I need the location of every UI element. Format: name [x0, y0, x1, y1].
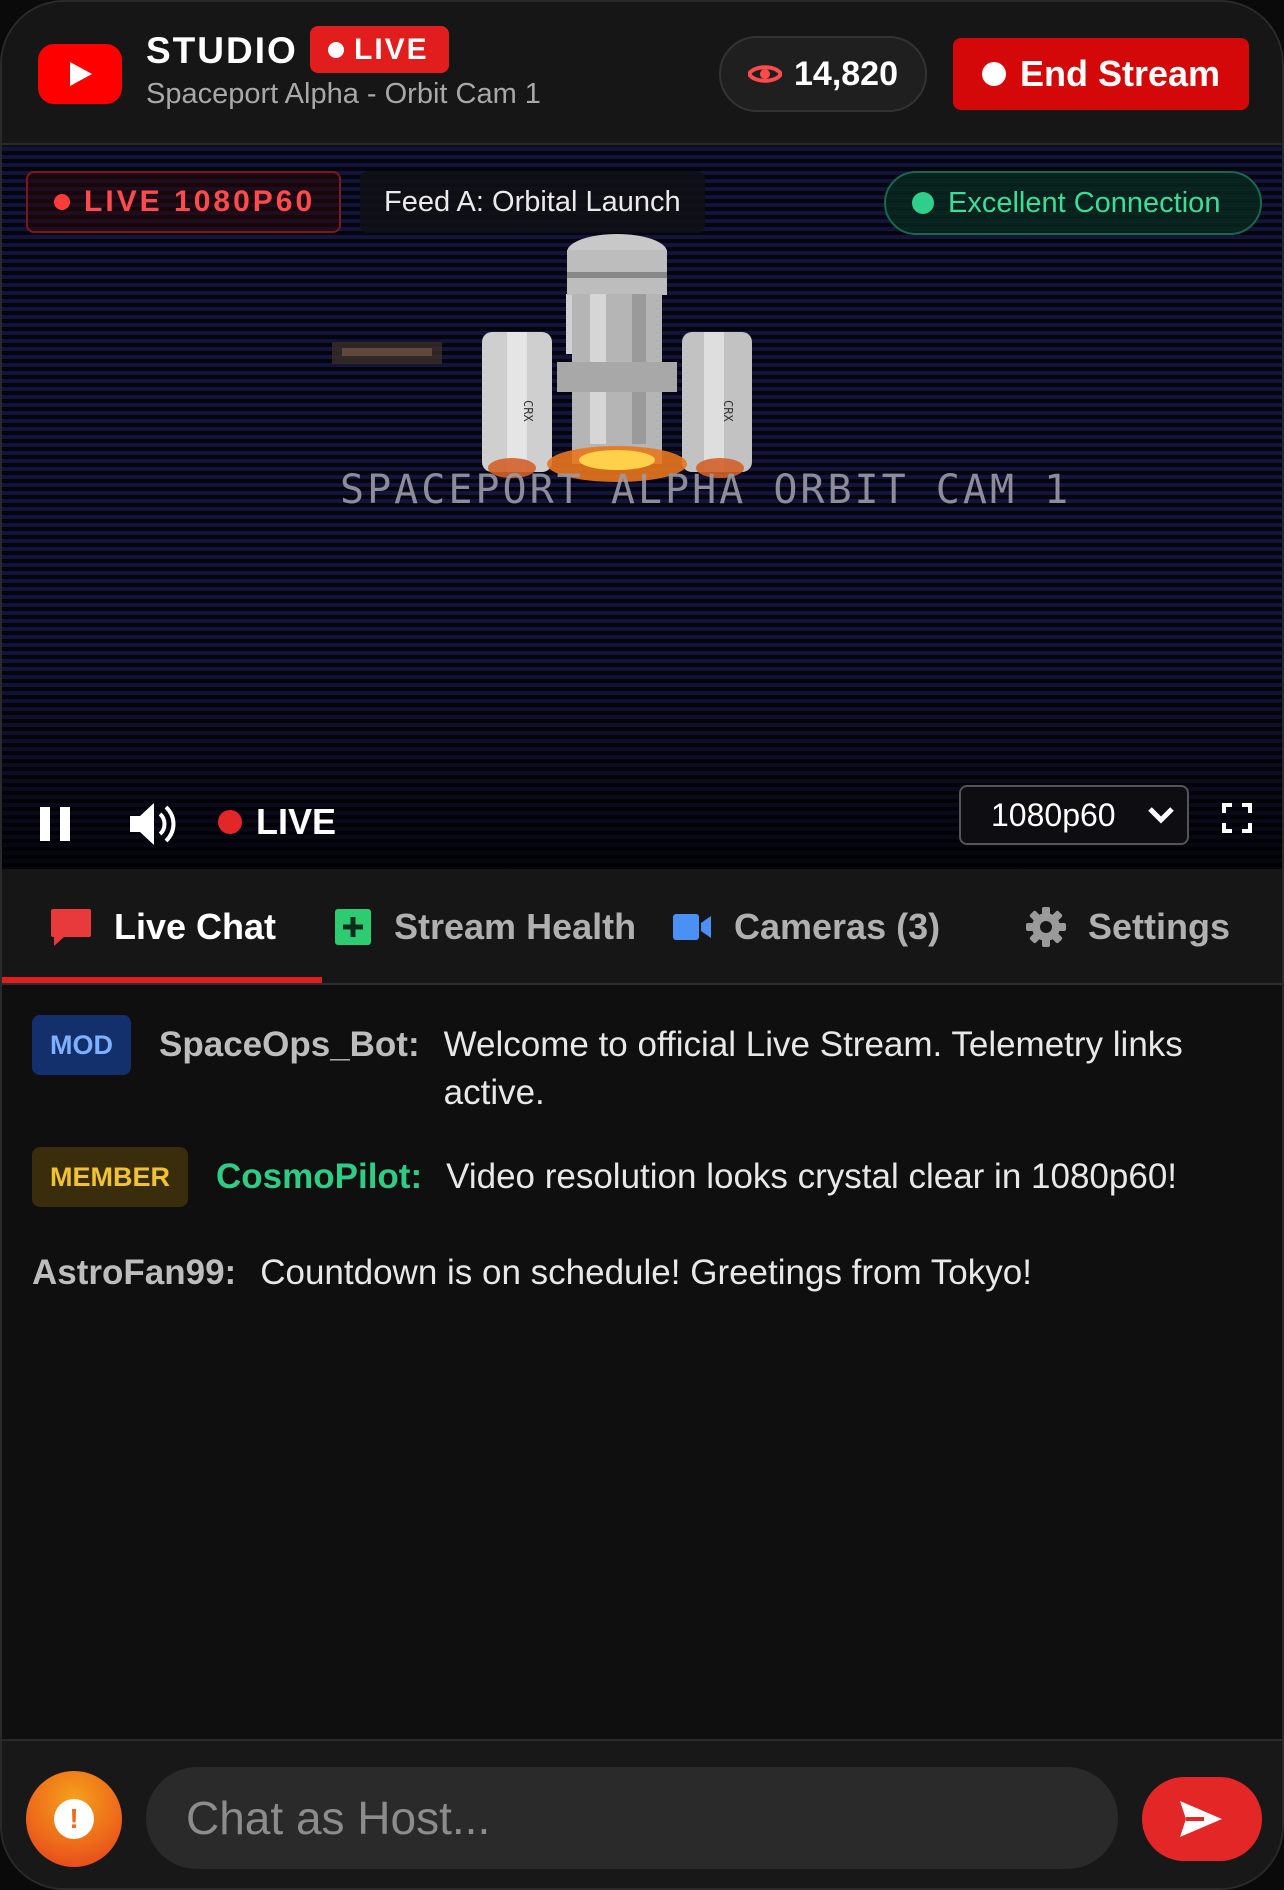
record-dot-icon: [981, 62, 1006, 86]
connection-status-badge: Excellent Connection: [884, 171, 1262, 235]
alert-icon: !: [54, 1799, 94, 1839]
live-quality-label: LIVE 1080P60: [84, 185, 316, 218]
svg-text:CRX: CRX: [721, 400, 735, 422]
tab-label: Cameras (3): [734, 906, 941, 947]
end-stream-button[interactable]: End Stream: [953, 38, 1249, 110]
host-avatar[interactable]: !: [26, 1771, 122, 1867]
send-icon: [1180, 1801, 1222, 1837]
chat-panel: MOD SpaceOps_Bot: Welcome to official Li…: [2, 987, 1282, 1739]
fullscreen-icon[interactable]: [1222, 803, 1252, 833]
quality-select[interactable]: 1080p60: [959, 785, 1189, 845]
chat-text: Welcome to official Live Stream. Telemet…: [443, 1025, 1183, 1112]
live-indicator-label: LIVE: [256, 801, 337, 842]
chat-message: MEMBER CosmoPilot: Video resolution look…: [32, 1147, 1262, 1207]
chat-input-bar: !: [2, 1739, 1282, 1888]
chat-message: MOD SpaceOps_Bot: Welcome to official Li…: [32, 1015, 1262, 1117]
camera-overlay-text: SPACEPORT ALPHA ORBIT CAM 1: [340, 467, 1072, 513]
viewer-count-pill: 14,820: [719, 36, 927, 112]
feed-label-badge: Feed A: Orbital Launch: [360, 171, 705, 233]
studio-app: STUDIO LIVE Spaceport Alpha - Orbit Cam …: [0, 0, 1284, 1890]
tab-label: Settings: [1088, 906, 1231, 947]
member-badge: MEMBER: [32, 1147, 188, 1207]
video-camera-icon: [673, 914, 711, 940]
active-tab-indicator: [2, 977, 322, 983]
stream-subtitle: Spaceport Alpha - Orbit Cam 1: [146, 78, 541, 110]
tab-bar: Live Chat Stream Health Cameras (3) Sett…: [2, 869, 1282, 985]
chat-message: AstroFan99: Countdown is on schedule! Gr…: [32, 1249, 1262, 1297]
live-badge-label: LIVE: [354, 32, 429, 66]
live-quality-badge: LIVE 1080P60: [26, 171, 342, 233]
connection-status-label: Excellent Connection: [948, 186, 1221, 219]
tab-cameras[interactable]: Cameras (3): [672, 869, 940, 985]
chat-username[interactable]: SpaceOps_Bot:: [159, 1021, 420, 1069]
status-dot-icon: [912, 192, 934, 214]
studio-title: STUDIO: [146, 30, 298, 71]
tab-live-chat[interactable]: Live Chat: [50, 869, 276, 985]
player-controls: LIVE 1080p60: [2, 785, 1282, 869]
youtube-logo-icon[interactable]: [38, 44, 122, 104]
eye-icon: [748, 65, 782, 83]
chat-text: Video resolution looks crystal clear in …: [446, 1157, 1178, 1196]
plus-square-icon: [335, 909, 371, 945]
gear-icon: [1026, 907, 1066, 947]
live-dot-icon: [54, 194, 70, 210]
chat-text: Countdown is on schedule! Greetings from…: [260, 1253, 1032, 1292]
top-header: STUDIO LIVE Spaceport Alpha - Orbit Cam …: [2, 2, 1282, 145]
chevron-down-icon: [1148, 807, 1174, 824]
chat-input[interactable]: [146, 1767, 1118, 1869]
live-status-badge: LIVE: [310, 26, 449, 73]
volume-icon[interactable]: [128, 799, 180, 849]
end-stream-label: End Stream: [1019, 53, 1221, 94]
live-indicator[interactable]: LIVE: [218, 801, 336, 843]
viewer-count: 14,820: [794, 54, 898, 93]
pause-icon[interactable]: [38, 805, 72, 843]
tab-settings[interactable]: Settings: [1026, 869, 1230, 985]
mod-badge: MOD: [32, 1015, 131, 1075]
chat-bubble-icon: [51, 909, 91, 946]
chat-username[interactable]: CosmoPilot:: [216, 1153, 422, 1201]
tab-stream-health[interactable]: Stream Health: [334, 869, 636, 985]
video-player[interactable]: LIVE 1080P60 Feed A: Orbital Launch Exce…: [2, 147, 1282, 869]
quality-selected-value: 1080p60: [991, 796, 1116, 833]
send-button[interactable]: [1142, 1777, 1262, 1861]
chat-username[interactable]: AstroFan99:: [32, 1249, 236, 1297]
tab-label: Stream Health: [394, 906, 637, 947]
live-dot-icon: [218, 810, 242, 834]
tab-label: Live Chat: [114, 906, 277, 947]
svg-text:CRX: CRX: [521, 400, 535, 422]
rocket-image: CRX CRX: [332, 234, 752, 482]
live-dot-icon: [328, 41, 344, 58]
